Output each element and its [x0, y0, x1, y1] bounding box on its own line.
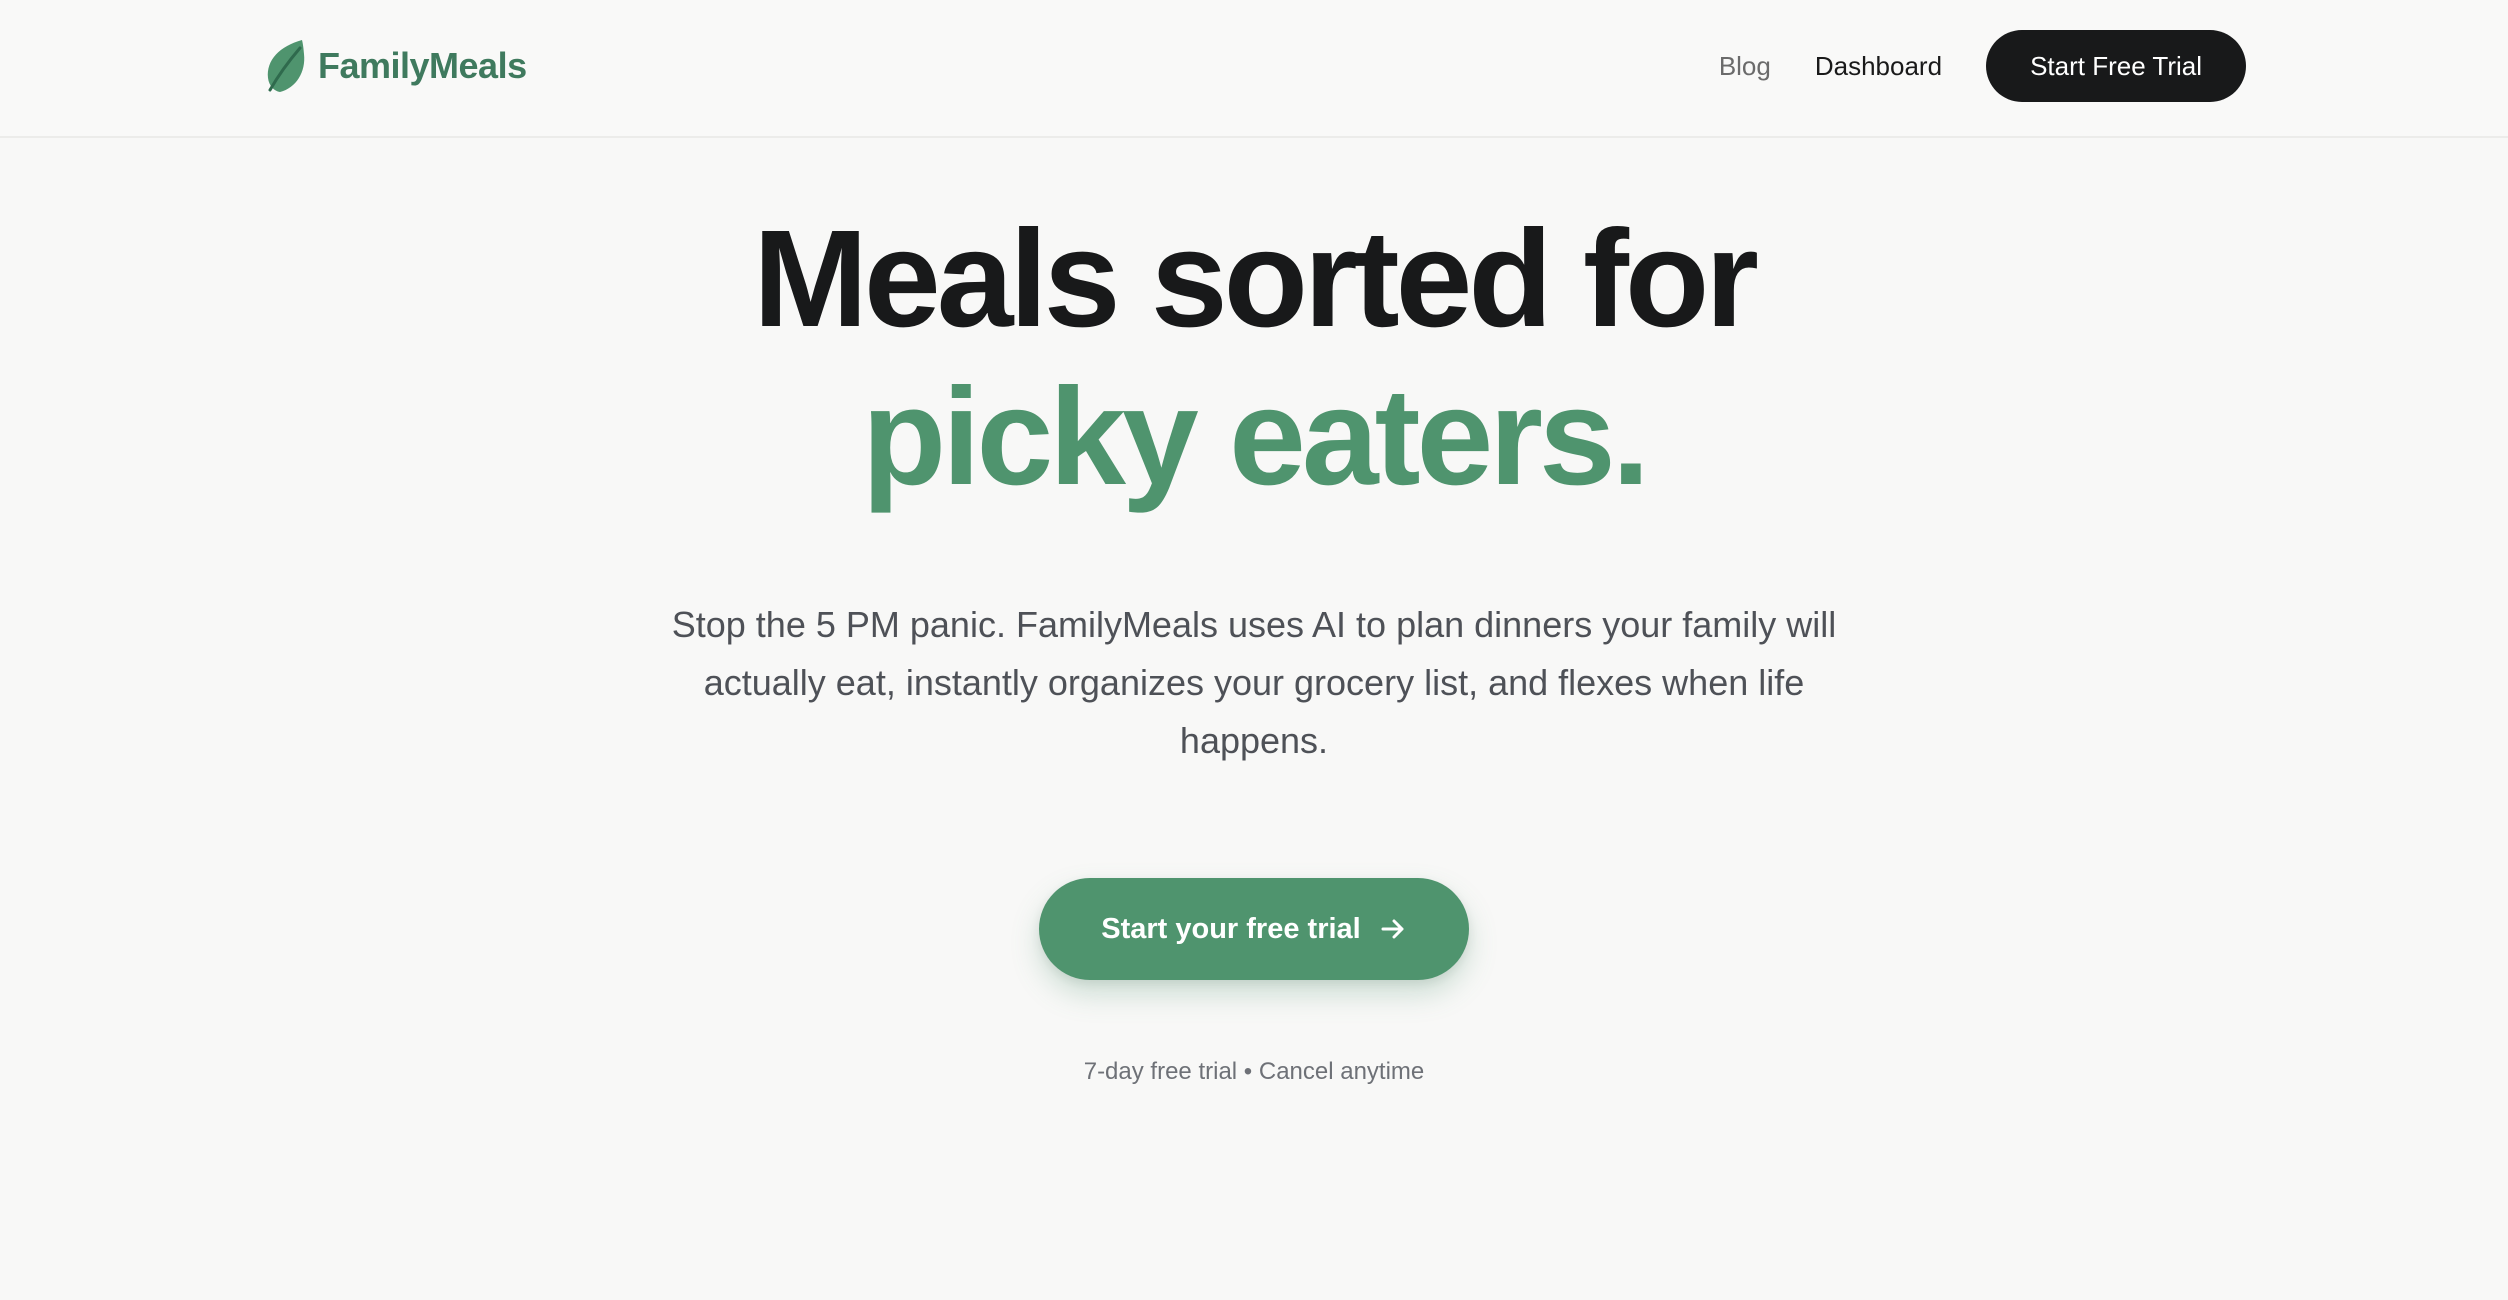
hero-section: Meals sorted for picky eaters. Stop the …	[0, 200, 2508, 1086]
nav-link-blog[interactable]: Blog	[1719, 51, 1771, 82]
brand-logo-link[interactable]: FamilyMeals	[262, 36, 527, 96]
headline-line-2: picky eaters.	[861, 360, 1650, 514]
brand-name: FamilyMeals	[318, 45, 527, 86]
start-free-trial-button[interactable]: Start Free Trial	[1986, 30, 2246, 102]
headline-line-1: Meals sorted for	[753, 202, 1759, 356]
hero-headline: Meals sorted for picky eaters.	[0, 200, 2508, 516]
start-your-free-trial-button[interactable]: Start your free trial	[1039, 878, 1469, 980]
top-nav: Blog Dashboard Start Free Trial	[1719, 30, 2246, 102]
nav-link-dashboard[interactable]: Dashboard	[1815, 51, 1942, 82]
cta-label: Start your free trial	[1101, 912, 1361, 945]
hero-subtitle: Stop the 5 PM panic. FamilyMeals uses AI…	[671, 604, 1837, 761]
arrow-right-icon	[1381, 919, 1404, 939]
site-header: FamilyMeals Blog Dashboard Start Free Tr…	[0, 0, 2508, 138]
leaf-icon	[267, 40, 305, 92]
trial-fineprint: 7-day free trial • Cancel anytime	[1083, 1058, 1425, 1085]
landing-page: FamilyMeals Blog Dashboard Start Free Tr…	[0, 0, 2508, 1300]
